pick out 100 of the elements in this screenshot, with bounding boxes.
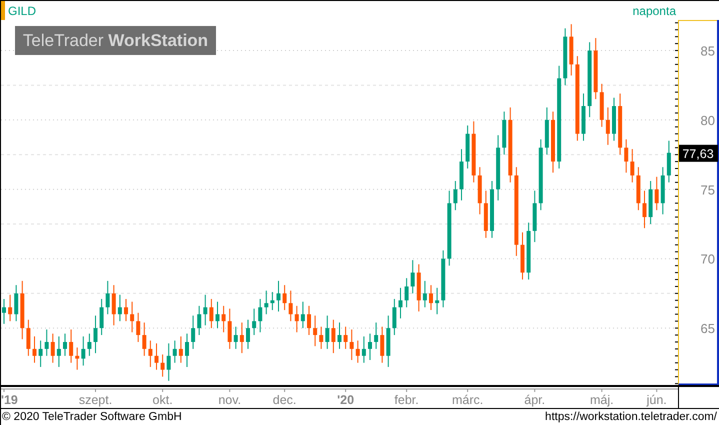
candle [136, 312, 140, 342]
candle [172, 340, 177, 364]
candle [209, 298, 214, 329]
candle [240, 322, 244, 354]
price-label: 80 [700, 112, 715, 128]
candle [197, 305, 202, 336]
price-label: 85 [700, 44, 715, 59]
candle [38, 340, 43, 368]
candle [313, 315, 318, 347]
candle [2, 298, 6, 324]
candle [532, 190, 537, 243]
candle [356, 340, 360, 364]
candle [660, 166, 665, 215]
candle [630, 148, 634, 183]
candle [490, 180, 494, 238]
candle [307, 305, 311, 336]
candle [69, 328, 74, 364]
candle [50, 333, 55, 364]
candle [666, 140, 671, 183]
candle [106, 280, 110, 315]
candle [453, 180, 458, 211]
candle [252, 308, 256, 336]
candle [228, 308, 232, 350]
candle [56, 336, 61, 368]
price-label: 70 [700, 252, 715, 267]
candle [648, 180, 653, 224]
candle [203, 294, 208, 326]
candle [654, 176, 659, 211]
date-label: márc. [452, 393, 484, 407]
candle [460, 148, 464, 201]
date-label: dec. [272, 393, 296, 407]
candle [404, 278, 409, 308]
candle [282, 284, 287, 311]
candle [100, 298, 104, 336]
candle [63, 333, 67, 356]
candle [14, 284, 18, 322]
url-text: https://workstation.teletrader.com/ [545, 411, 717, 423]
candle [148, 340, 152, 368]
date-label: ápr. [524, 393, 546, 407]
candle [20, 280, 24, 340]
price-label: 75 [700, 182, 715, 198]
candle [216, 301, 220, 329]
candle [258, 298, 262, 333]
candle [398, 287, 402, 319]
date-label: '19 [1, 393, 18, 407]
candle [118, 294, 122, 322]
candle [368, 333, 372, 361]
date-label: nov. [218, 393, 242, 407]
candle [526, 222, 531, 280]
copyright-text: © 2020 TeleTrader Software GmbH [2, 411, 182, 423]
last-price-tag: 77,63 [679, 144, 718, 162]
candle [496, 134, 500, 201]
candle [502, 111, 506, 156]
candle [606, 106, 610, 146]
candle [544, 106, 549, 156]
candle [87, 333, 92, 356]
candle [124, 298, 128, 322]
candle [478, 166, 482, 215]
candle [234, 326, 238, 350]
candle [142, 322, 146, 356]
candle [130, 301, 134, 333]
candle [441, 250, 446, 308]
candle [344, 326, 348, 350]
candle [484, 190, 488, 238]
watermark-logo: TeleTrader WorkStation [15, 26, 216, 55]
candle [8, 294, 12, 322]
candle [618, 93, 622, 156]
candle [288, 290, 293, 322]
candle [94, 315, 98, 354]
candle [594, 38, 598, 100]
candle [246, 319, 250, 350]
date-label: jún. [646, 393, 667, 407]
symbol-label: GILD [8, 4, 38, 18]
candle [392, 298, 396, 336]
candle [185, 333, 189, 368]
date-label: okt. [152, 393, 173, 407]
candle [520, 232, 524, 280]
candle [435, 287, 440, 315]
candle [270, 292, 274, 311]
candle [472, 120, 476, 183]
candle [429, 284, 433, 311]
interval-label: naponta [632, 4, 676, 18]
candle [582, 93, 586, 142]
date-label: szept. [78, 393, 112, 407]
candle [422, 280, 427, 308]
candle [551, 111, 555, 174]
candle [612, 97, 616, 142]
candle [276, 280, 280, 312]
candle [32, 336, 36, 364]
candle [294, 305, 299, 333]
candle [338, 322, 342, 350]
date-label: febr. [394, 393, 419, 407]
candle [112, 284, 116, 326]
candle [380, 326, 384, 364]
candle [160, 354, 165, 378]
candle [81, 336, 86, 366]
candle [563, 28, 568, 86]
date-label: '20 [337, 393, 354, 407]
candle [636, 166, 640, 211]
candle [362, 336, 366, 364]
